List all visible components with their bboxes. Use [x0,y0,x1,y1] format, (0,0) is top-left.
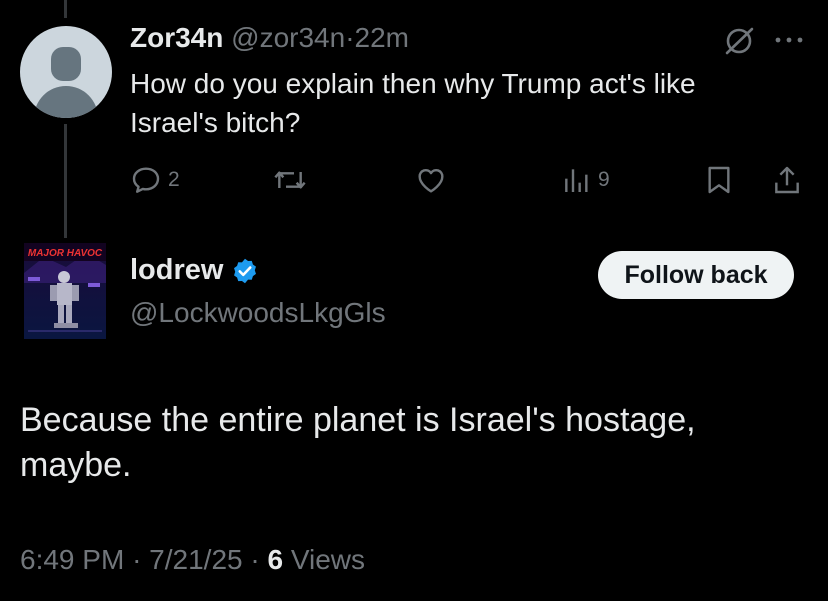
reply-separator: · [345,22,355,53]
tweet-text: Because the entire planet is Israel's ho… [20,401,696,484]
views-count: 9 [598,168,610,191]
tweet-date[interactable]: 7/21/25 [149,544,242,575]
tweet-time[interactable]: 6:49 PM [20,544,124,575]
avatar-logo-text: MAJOR HAVOC [28,248,103,259]
tweet-meta: 6:49 PM · 7/21/25 · 6 Views [20,544,365,576]
views-icon [565,169,588,192]
reply-author-name[interactable]: Zor34n [130,22,223,53]
reply-action-bar: 2 9 [0,164,828,198]
grok-icon[interactable] [722,26,756,61]
meta-separator-2: · [250,544,260,575]
tweet-views-count: 6 [267,544,284,575]
reply-time[interactable]: 22m [355,22,409,53]
reply-avatar[interactable] [20,26,112,118]
avatar-head-shape [51,47,81,81]
avatar-shoulders-shape [34,86,98,118]
author-name[interactable]: lodrew [130,254,223,287]
reply-button[interactable]: 2 [130,164,180,196]
meta-separator-1: · [132,544,142,575]
share-button[interactable] [772,164,802,196]
reply-header: Zor34n @zor34n·22m [130,22,409,54]
thread-line-top [64,0,67,18]
more-icon[interactable] [772,28,806,57]
reply-count: 2 [168,168,180,191]
verified-badge-icon [234,258,257,283]
like-button[interactable] [414,164,454,196]
heart-icon [418,168,444,193]
tweet-views-label: Views [290,544,366,575]
reply-icon [132,167,160,193]
reply-text: How do you explain then why Trump act's … [130,68,696,138]
bookmark-button[interactable] [704,164,734,196]
retweet-icon [274,171,306,189]
author-handle[interactable]: @LockwoodsLkgGls [130,297,386,329]
author-avatar[interactable]: MAJOR HAVOC [24,243,106,339]
follow-back-button[interactable]: Follow back [598,251,794,299]
retweet-button[interactable] [272,164,314,196]
views-button[interactable]: 9 [562,164,610,196]
reply-author-handle[interactable]: @zor34n [231,22,345,53]
share-icon [775,166,799,194]
author-name-row: lodrew [130,254,259,287]
bookmark-icon [708,166,730,194]
